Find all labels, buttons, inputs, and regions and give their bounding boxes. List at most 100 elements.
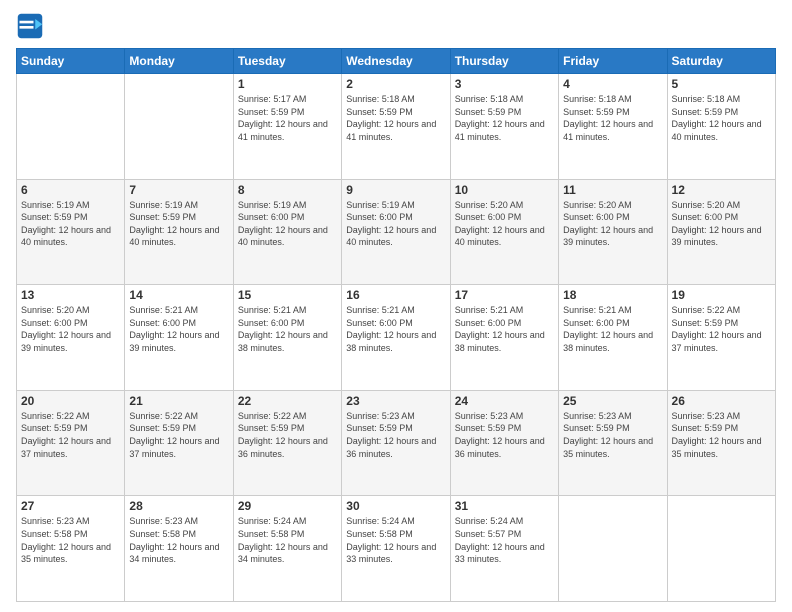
day-info: Sunrise: 5:22 AM Sunset: 5:59 PM Dayligh… xyxy=(238,410,337,460)
calendar-week-row: 27 Sunrise: 5:23 AM Sunset: 5:58 PM Dayli… xyxy=(17,496,776,602)
day-info: Sunrise: 5:20 AM Sunset: 6:00 PM Dayligh… xyxy=(455,199,554,249)
day-number: 7 xyxy=(129,183,228,197)
day-info: Sunrise: 5:19 AM Sunset: 5:59 PM Dayligh… xyxy=(129,199,228,249)
day-info: Sunrise: 5:19 AM Sunset: 6:00 PM Dayligh… xyxy=(346,199,445,249)
calendar-cell: 11 Sunrise: 5:20 AM Sunset: 6:00 PM Dayli… xyxy=(559,179,667,285)
day-info: Sunrise: 5:19 AM Sunset: 5:59 PM Dayligh… xyxy=(21,199,120,249)
calendar-header: SundayMondayTuesdayWednesdayThursdayFrid… xyxy=(17,49,776,74)
day-number: 15 xyxy=(238,288,337,302)
day-number: 11 xyxy=(563,183,662,197)
calendar-cell: 2 Sunrise: 5:18 AM Sunset: 5:59 PM Daylig… xyxy=(342,74,450,180)
calendar-cell: 17Sunrise: 5:21 AM Sunset: 6:00 PM Dayli… xyxy=(450,285,558,391)
calendar-cell: 12Sunrise: 5:20 AM Sunset: 6:00 PM Dayli… xyxy=(667,179,775,285)
day-number: 16 xyxy=(346,288,445,302)
calendar-week-row: 13Sunrise: 5:20 AM Sunset: 6:00 PM Dayli… xyxy=(17,285,776,391)
day-number: 9 xyxy=(346,183,445,197)
calendar-cell: 13Sunrise: 5:20 AM Sunset: 6:00 PM Dayli… xyxy=(17,285,125,391)
calendar-week-row: 6 Sunrise: 5:19 AM Sunset: 5:59 PM Daylig… xyxy=(17,179,776,285)
day-info: Sunrise: 5:20 AM Sunset: 6:00 PM Dayligh… xyxy=(563,199,662,249)
calendar-cell: 8Sunrise: 5:19 AM Sunset: 6:00 PM Daylig… xyxy=(233,179,341,285)
header xyxy=(16,12,776,40)
calendar-cell: 15 Sunrise: 5:21 AM Sunset: 6:00 PM Dayli… xyxy=(233,285,341,391)
day-of-week-header: Thursday xyxy=(450,49,558,74)
calendar-cell: 16 Sunrise: 5:21 AM Sunset: 6:00 PM Dayli… xyxy=(342,285,450,391)
calendar-cell xyxy=(559,496,667,602)
calendar-cell: 19 Sunrise: 5:22 AM Sunset: 5:59 PM Dayli… xyxy=(667,285,775,391)
day-info: Sunrise: 5:23 AM Sunset: 5:59 PM Dayligh… xyxy=(672,410,771,460)
calendar-cell: 28 Sunrise: 5:23 AM Sunset: 5:58 PM Dayli… xyxy=(125,496,233,602)
day-number: 26 xyxy=(672,394,771,408)
day-number: 21 xyxy=(129,394,228,408)
calendar-cell: 24 Sunrise: 5:23 AM Sunset: 5:59 PM Dayli… xyxy=(450,390,558,496)
header-row: SundayMondayTuesdayWednesdayThursdayFrid… xyxy=(17,49,776,74)
day-info: Sunrise: 5:21 AM Sunset: 6:00 PM Dayligh… xyxy=(346,304,445,354)
day-info: Sunrise: 5:18 AM Sunset: 5:59 PM Dayligh… xyxy=(672,93,771,143)
calendar-week-row: 1Sunrise: 5:17 AM Sunset: 5:59 PM Daylig… xyxy=(17,74,776,180)
day-info: Sunrise: 5:23 AM Sunset: 5:58 PM Dayligh… xyxy=(21,515,120,565)
calendar-cell: 6 Sunrise: 5:19 AM Sunset: 5:59 PM Daylig… xyxy=(17,179,125,285)
calendar-cell: 31 Sunrise: 5:24 AM Sunset: 5:57 PM Dayli… xyxy=(450,496,558,602)
day-info: Sunrise: 5:24 AM Sunset: 5:57 PM Dayligh… xyxy=(455,515,554,565)
day-number: 25 xyxy=(563,394,662,408)
day-number: 2 xyxy=(346,77,445,91)
day-info: Sunrise: 5:18 AM Sunset: 5:59 PM Dayligh… xyxy=(563,93,662,143)
day-info: Sunrise: 5:18 AM Sunset: 5:59 PM Dayligh… xyxy=(455,93,554,143)
calendar-cell: 29Sunrise: 5:24 AM Sunset: 5:58 PM Dayli… xyxy=(233,496,341,602)
day-number: 30 xyxy=(346,499,445,513)
day-of-week-header: Wednesday xyxy=(342,49,450,74)
day-info: Sunrise: 5:22 AM Sunset: 5:59 PM Dayligh… xyxy=(21,410,120,460)
day-info: Sunrise: 5:24 AM Sunset: 5:58 PM Dayligh… xyxy=(346,515,445,565)
day-number: 10 xyxy=(455,183,554,197)
day-number: 14 xyxy=(129,288,228,302)
calendar-cell: 21 Sunrise: 5:22 AM Sunset: 5:59 PM Dayli… xyxy=(125,390,233,496)
calendar-cell xyxy=(125,74,233,180)
day-of-week-header: Friday xyxy=(559,49,667,74)
day-info: Sunrise: 5:21 AM Sunset: 6:00 PM Dayligh… xyxy=(238,304,337,354)
day-info: Sunrise: 5:22 AM Sunset: 5:59 PM Dayligh… xyxy=(129,410,228,460)
calendar-cell xyxy=(17,74,125,180)
day-info: Sunrise: 5:17 AM Sunset: 5:59 PM Dayligh… xyxy=(238,93,337,143)
calendar-cell xyxy=(667,496,775,602)
day-number: 4 xyxy=(563,77,662,91)
day-number: 31 xyxy=(455,499,554,513)
day-of-week-header: Saturday xyxy=(667,49,775,74)
calendar-cell: 26 Sunrise: 5:23 AM Sunset: 5:59 PM Dayli… xyxy=(667,390,775,496)
calendar-cell: 3 Sunrise: 5:18 AM Sunset: 5:59 PM Daylig… xyxy=(450,74,558,180)
calendar-cell: 25 Sunrise: 5:23 AM Sunset: 5:59 PM Dayli… xyxy=(559,390,667,496)
day-number: 27 xyxy=(21,499,120,513)
calendar-body: 1Sunrise: 5:17 AM Sunset: 5:59 PM Daylig… xyxy=(17,74,776,602)
calendar-cell: 30 Sunrise: 5:24 AM Sunset: 5:58 PM Dayli… xyxy=(342,496,450,602)
day-number: 19 xyxy=(672,288,771,302)
day-info: Sunrise: 5:23 AM Sunset: 5:59 PM Dayligh… xyxy=(346,410,445,460)
day-info: Sunrise: 5:22 AM Sunset: 5:59 PM Dayligh… xyxy=(672,304,771,354)
day-number: 13 xyxy=(21,288,120,302)
calendar-cell: 5 Sunrise: 5:18 AM Sunset: 5:59 PM Daylig… xyxy=(667,74,775,180)
calendar-cell: 20Sunrise: 5:22 AM Sunset: 5:59 PM Dayli… xyxy=(17,390,125,496)
day-number: 8 xyxy=(238,183,337,197)
day-info: Sunrise: 5:20 AM Sunset: 6:00 PM Dayligh… xyxy=(672,199,771,249)
logo-icon xyxy=(16,12,44,40)
calendar-cell: 27 Sunrise: 5:23 AM Sunset: 5:58 PM Dayli… xyxy=(17,496,125,602)
calendar-cell: 10 Sunrise: 5:20 AM Sunset: 6:00 PM Dayli… xyxy=(450,179,558,285)
day-number: 28 xyxy=(129,499,228,513)
page: SundayMondayTuesdayWednesdayThursdayFrid… xyxy=(0,0,792,612)
calendar-cell: 7 Sunrise: 5:19 AM Sunset: 5:59 PM Daylig… xyxy=(125,179,233,285)
day-info: Sunrise: 5:21 AM Sunset: 6:00 PM Dayligh… xyxy=(129,304,228,354)
day-number: 3 xyxy=(455,77,554,91)
calendar-cell: 23Sunrise: 5:23 AM Sunset: 5:59 PM Dayli… xyxy=(342,390,450,496)
day-info: Sunrise: 5:23 AM Sunset: 5:59 PM Dayligh… xyxy=(455,410,554,460)
day-info: Sunrise: 5:23 AM Sunset: 5:58 PM Dayligh… xyxy=(129,515,228,565)
day-info: Sunrise: 5:23 AM Sunset: 5:59 PM Dayligh… xyxy=(563,410,662,460)
day-info: Sunrise: 5:24 AM Sunset: 5:58 PM Dayligh… xyxy=(238,515,337,565)
day-number: 5 xyxy=(672,77,771,91)
calendar-cell: 4 Sunrise: 5:18 AM Sunset: 5:59 PM Daylig… xyxy=(559,74,667,180)
calendar-table: SundayMondayTuesdayWednesdayThursdayFrid… xyxy=(16,48,776,602)
day-of-week-header: Tuesday xyxy=(233,49,341,74)
day-number: 22 xyxy=(238,394,337,408)
day-of-week-header: Monday xyxy=(125,49,233,74)
calendar-cell: 14 Sunrise: 5:21 AM Sunset: 6:00 PM Dayli… xyxy=(125,285,233,391)
day-number: 24 xyxy=(455,394,554,408)
day-info: Sunrise: 5:18 AM Sunset: 5:59 PM Dayligh… xyxy=(346,93,445,143)
calendar-cell: 22 Sunrise: 5:22 AM Sunset: 5:59 PM Dayli… xyxy=(233,390,341,496)
day-number: 6 xyxy=(21,183,120,197)
